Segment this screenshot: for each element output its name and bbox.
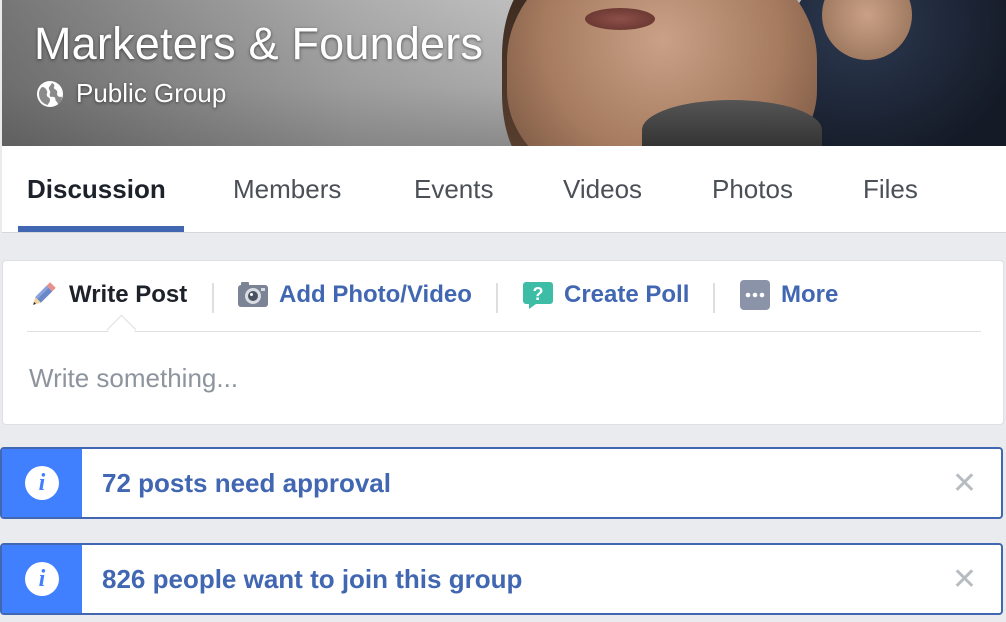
more-button[interactable]: More xyxy=(739,279,838,311)
composer-actions: Write Post Add Photo/Video ? Create Poll xyxy=(3,261,1003,331)
create-poll-label: Create Poll xyxy=(564,281,690,308)
tab-members[interactable]: Members xyxy=(233,174,341,205)
tab-photos[interactable]: Photos xyxy=(712,174,793,205)
write-post-button[interactable]: Write Post xyxy=(27,279,187,311)
tab-files[interactable]: Files xyxy=(863,174,918,205)
more-dots-icon xyxy=(740,280,770,310)
create-poll-button[interactable]: ? Create Poll xyxy=(522,279,689,311)
join-requests-notice[interactable]: i 826 people want to join this group ✕ xyxy=(0,543,1003,615)
tab-videos[interactable]: Videos xyxy=(563,174,642,205)
info-block: i xyxy=(2,449,82,517)
close-icon[interactable]: ✕ xyxy=(952,449,977,517)
pending-posts-notice[interactable]: i 72 posts need approval ✕ xyxy=(0,447,1003,519)
group-title[interactable]: Marketers & Founders xyxy=(34,18,483,70)
globe-icon xyxy=(37,80,63,107)
pencil-icon xyxy=(33,282,56,305)
write-post-label: Write Post xyxy=(69,281,188,308)
group-cover-photo[interactable]: Marketers & Founders Public Group xyxy=(2,0,1006,146)
cover-person-lips xyxy=(585,8,655,30)
info-icon: i xyxy=(25,562,59,596)
camera-icon xyxy=(238,282,268,307)
pending-posts-text[interactable]: 72 posts need approval xyxy=(102,449,391,517)
composer-divider xyxy=(27,331,981,332)
tab-discussion[interactable]: Discussion xyxy=(27,174,166,205)
action-separator xyxy=(713,283,715,313)
info-block: i xyxy=(2,545,82,613)
action-separator xyxy=(496,283,498,313)
tab-events[interactable]: Events xyxy=(414,174,494,205)
join-requests-text[interactable]: 826 people want to join this group xyxy=(102,545,522,613)
active-tab-indicator xyxy=(18,226,184,232)
add-photo-video-button[interactable]: Add Photo/Video xyxy=(237,279,472,311)
svg-text:?: ? xyxy=(533,284,544,304)
close-icon[interactable]: ✕ xyxy=(952,545,977,613)
info-icon: i xyxy=(25,466,59,500)
action-separator xyxy=(212,283,214,313)
group-privacy[interactable]: Public Group xyxy=(36,78,226,109)
post-composer: Write Post Add Photo/Video ? Create Poll xyxy=(2,260,1004,425)
poll-question-icon: ? xyxy=(523,282,553,309)
write-something-input[interactable] xyxy=(27,357,971,399)
group-tabs: Discussion Members Events Videos Photos … xyxy=(2,146,1006,233)
privacy-label: Public Group xyxy=(76,78,227,108)
more-label: More xyxy=(781,281,839,308)
add-photo-video-label: Add Photo/Video xyxy=(279,281,472,308)
